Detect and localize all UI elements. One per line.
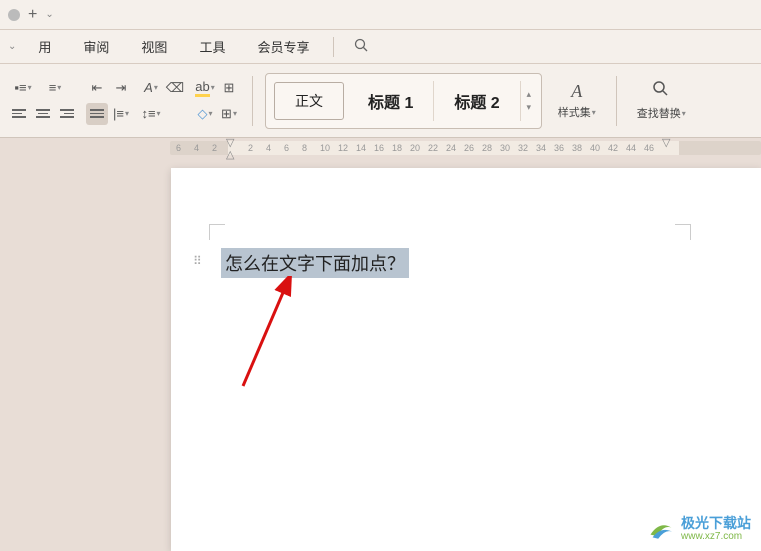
chevron-down-icon[interactable]: ⌄ bbox=[4, 41, 20, 52]
ruler-tick: 44 bbox=[626, 143, 636, 153]
horizontal-ruler[interactable]: 6 4 2 ▽ △ 2 4 6 8 10 12 14 16 18 20 22 2… bbox=[170, 138, 761, 158]
search-icon[interactable] bbox=[344, 32, 379, 62]
shading-button[interactable]: ◇▾ bbox=[194, 103, 216, 125]
ruler-tick: 34 bbox=[536, 143, 546, 153]
indent-marker-icon[interactable]: △ bbox=[226, 148, 234, 161]
ruler-tick: 28 bbox=[482, 143, 492, 153]
search-icon bbox=[652, 80, 670, 103]
ruler-tick: 2 bbox=[248, 143, 253, 153]
ruler-tick: 38 bbox=[572, 143, 582, 153]
ruler-tick: 4 bbox=[266, 143, 271, 153]
color-group: ab▾ ⊞ ◇▾ ⊞▾ bbox=[194, 77, 240, 125]
divider bbox=[616, 76, 617, 126]
align-center-button[interactable] bbox=[32, 103, 54, 125]
find-replace-label: 查找替换 bbox=[637, 105, 681, 121]
watermark-logo-icon bbox=[647, 515, 675, 543]
document-page[interactable]: ⠿ 怎么在文字下面加点？ bbox=[171, 168, 761, 551]
ruler-tick: 8 bbox=[302, 143, 307, 153]
arrow-annotation-icon bbox=[213, 276, 333, 396]
ruler-tick: 2 bbox=[212, 143, 217, 153]
styleset-icon: A bbox=[571, 81, 582, 102]
right-indent-marker-icon[interactable]: ▽ bbox=[662, 136, 670, 149]
style-heading1[interactable]: 标题 1 bbox=[348, 81, 434, 121]
align-right-button[interactable] bbox=[56, 103, 78, 125]
ruler-tick: 42 bbox=[608, 143, 618, 153]
ruler-tick: 4 bbox=[194, 143, 199, 153]
menu-item-member[interactable]: 会员专享 bbox=[243, 31, 323, 62]
styleset-label: 样式集 bbox=[558, 104, 591, 120]
ruler-tick: 24 bbox=[446, 143, 456, 153]
ruler-tick: 6 bbox=[176, 143, 181, 153]
ruler-tick: 40 bbox=[590, 143, 600, 153]
find-replace-button[interactable]: 查找替换▾ bbox=[629, 76, 694, 125]
ruler-tick: 36 bbox=[554, 143, 564, 153]
increase-indent-button[interactable]: ⇥ bbox=[110, 77, 132, 99]
numbered-list-button[interactable]: ≡▾ bbox=[40, 77, 70, 99]
drag-handle-icon[interactable]: ⠿ bbox=[193, 254, 202, 268]
title-bar: + ⌄ bbox=[0, 0, 761, 30]
bullet-list-button[interactable]: ▪≡▾ bbox=[8, 77, 38, 99]
document-area: ⠿ 怎么在文字下面加点？ bbox=[0, 158, 761, 551]
ruler-tick: 10 bbox=[320, 143, 330, 153]
align-left-button[interactable] bbox=[8, 103, 30, 125]
highlight-button[interactable]: ab▾ bbox=[194, 77, 216, 99]
ruler-tick: 26 bbox=[464, 143, 474, 153]
ruler-tick: 32 bbox=[518, 143, 528, 153]
style-heading2[interactable]: 标题 2 bbox=[434, 81, 520, 121]
style-body[interactable]: 正文 bbox=[274, 82, 344, 120]
watermark-url: www.xz7.com bbox=[681, 531, 751, 542]
menu-item-use[interactable]: 用 bbox=[24, 31, 65, 62]
menu-item-review[interactable]: 审阅 bbox=[69, 31, 123, 62]
ruler-tick: 18 bbox=[392, 143, 402, 153]
ruler-tick: 16 bbox=[374, 143, 384, 153]
ruler-tick: 12 bbox=[338, 143, 348, 153]
paragraph-spacing-button[interactable]: ↕≡▾ bbox=[140, 103, 162, 125]
tab-indicator-icon bbox=[8, 9, 20, 21]
ruler-tick: 22 bbox=[428, 143, 438, 153]
divider bbox=[333, 37, 334, 57]
margin-corner-icon bbox=[209, 224, 225, 240]
line-spacing-button[interactable]: |≡▾ bbox=[110, 103, 132, 125]
decrease-indent-button[interactable]: ⇤ bbox=[86, 77, 108, 99]
ruler-tick: 6 bbox=[284, 143, 289, 153]
margin-corner-icon bbox=[675, 224, 691, 240]
text-format-group: A▾ ⌫ ↕≡▾ bbox=[140, 77, 186, 125]
selected-text[interactable]: 怎么在文字下面加点？ bbox=[221, 248, 409, 278]
menu-item-tools[interactable]: 工具 bbox=[185, 31, 239, 62]
watermark: 极光下载站 www.xz7.com bbox=[647, 515, 751, 543]
new-tab-button[interactable]: + bbox=[28, 6, 37, 24]
chevron-down-icon[interactable]: ⌄ bbox=[45, 9, 53, 20]
styleset-button[interactable]: A 样式集▾ bbox=[550, 77, 604, 124]
list-align-group: ▪≡▾ ≡▾ bbox=[8, 77, 78, 125]
borders-button[interactable]: ⊞▾ bbox=[218, 103, 240, 125]
ruler-tick: 30 bbox=[500, 143, 510, 153]
menu-item-view[interactable]: 视图 bbox=[127, 31, 181, 62]
divider bbox=[252, 76, 253, 126]
toolbar: ▪≡▾ ≡▾ ⇤ ⇥ |≡▾ A▾ ⌫ ↕≡▾ ab▾ ⊞ bbox=[0, 64, 761, 138]
text-effects-button[interactable]: A▾ bbox=[140, 77, 162, 99]
styles-more-button[interactable]: ▴▾ bbox=[521, 89, 537, 113]
clear-format-button[interactable]: ⌫ bbox=[164, 77, 186, 99]
ruler-tick: 20 bbox=[410, 143, 420, 153]
ruler-tick: 46 bbox=[644, 143, 654, 153]
watermark-name: 极光下载站 bbox=[681, 516, 751, 531]
format-painter-icon[interactable]: ⊞ bbox=[218, 77, 240, 99]
menu-bar: ⌄ 用 审阅 视图 工具 会员专享 bbox=[0, 30, 761, 64]
align-justify-button[interactable] bbox=[86, 103, 108, 125]
indent-spacing-group: ⇤ ⇥ |≡▾ bbox=[86, 77, 132, 125]
ruler-tick: 14 bbox=[356, 143, 366, 153]
styles-gallery: 正文 标题 1 标题 2 ▴▾ bbox=[265, 73, 542, 129]
